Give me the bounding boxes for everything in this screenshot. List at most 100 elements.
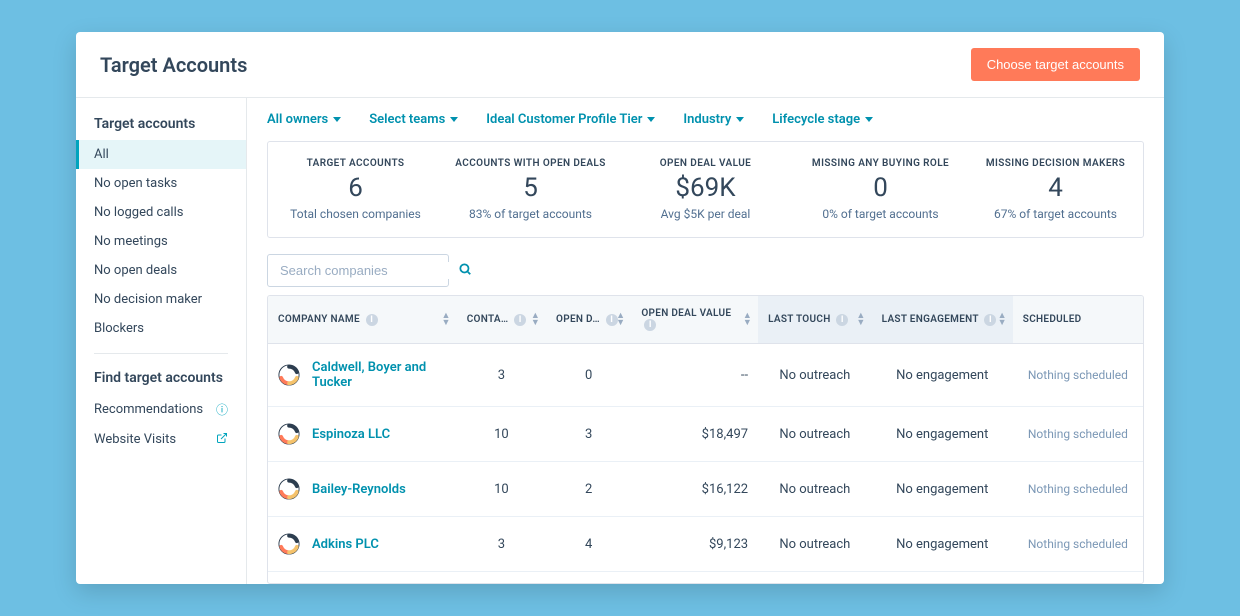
stat-missing-decision-makers: MISSING DECISION MAKERS 4 67% of target …: [968, 142, 1143, 237]
cell-last-engagement: No engagement: [872, 407, 1013, 462]
filter-label: Ideal Customer Profile Tier: [486, 112, 642, 127]
col-open-deals[interactable]: OPEN D… i▲▼: [546, 296, 631, 344]
sidebar-item-label: No meetings: [94, 234, 168, 249]
search-input[interactable]: [278, 262, 458, 279]
cell-last-touch: No outreach: [758, 517, 872, 572]
col-label: CONTA…: [467, 314, 509, 325]
sidebar-item-blockers[interactable]: Blockers: [76, 314, 246, 343]
col-scheduled[interactable]: SCHEDULED: [1013, 296, 1143, 344]
cell-open-deals: 3: [546, 572, 631, 585]
stat-value: 5: [451, 173, 610, 203]
sidebar: Target accounts All No open tasks No log…: [76, 98, 247, 584]
company-logo-icon: [278, 423, 300, 445]
col-label: OPEN DEAL VALUE: [641, 308, 731, 319]
stat-sub: 0% of target accounts: [801, 207, 960, 221]
stat-label: ACCOUNTS WITH OPEN DEALS: [451, 158, 610, 169]
filter-industry[interactable]: Industry: [683, 112, 744, 127]
cell-last-engagement: No engagement: [872, 344, 1013, 407]
col-label: OPEN D…: [556, 314, 600, 325]
col-last-engagement[interactable]: LAST ENGAGEMENT i▲▼: [872, 296, 1013, 344]
cell-contacts: 10: [457, 407, 546, 462]
sidebar-item-label: Blockers: [94, 321, 144, 336]
sidebar-item-label: No open tasks: [94, 176, 177, 191]
sort-icon: ▲▼: [441, 313, 450, 327]
cell-contacts: 10: [457, 572, 546, 585]
col-label: SCHEDULED: [1023, 314, 1082, 325]
info-icon: i: [514, 314, 526, 326]
cell-last-touch: No outreach: [758, 572, 872, 585]
stat-sub: 83% of target accounts: [451, 207, 610, 221]
cell-last-touch: No outreach: [758, 407, 872, 462]
chevron-down-icon: [865, 117, 873, 122]
company-link[interactable]: Caldwell, Boyer and Tucker: [312, 360, 447, 390]
cell-open-deals: 0: [546, 344, 631, 407]
stat-value: 6: [276, 173, 435, 203]
stat-open-deal-value: OPEN DEAL VALUE $69K Avg $5K per deal: [618, 142, 793, 237]
chevron-down-icon: [736, 117, 744, 122]
col-open-deal-value[interactable]: OPEN DEAL VALUE i▲▼: [631, 296, 758, 344]
cell-open-deals: 3: [546, 407, 631, 462]
sidebar-item-label: Recommendations: [94, 402, 203, 417]
sidebar-item-label: No decision maker: [94, 292, 202, 307]
info-icon: i: [836, 314, 848, 326]
stat-label: MISSING ANY BUYING ROLE: [801, 158, 960, 169]
filter-all-owners[interactable]: All owners: [267, 112, 341, 127]
filter-label: All owners: [267, 112, 328, 127]
stat-missing-buying-role: MISSING ANY BUYING ROLE 0 0% of target a…: [793, 142, 968, 237]
stat-value: 0: [801, 173, 960, 203]
col-label: LAST ENGAGEMENT: [882, 314, 979, 325]
chevron-down-icon: [333, 117, 341, 122]
sidebar-item-no-open-tasks[interactable]: No open tasks: [76, 169, 246, 198]
cell-company: Dean Group: [268, 572, 457, 585]
filter-label: Select teams: [369, 112, 445, 127]
filter-icp-tier[interactable]: Ideal Customer Profile Tier: [486, 112, 655, 127]
stat-sub: 67% of target accounts: [976, 207, 1135, 221]
company-link[interactable]: Adkins PLC: [312, 537, 379, 552]
chevron-down-icon: [450, 117, 458, 122]
cell-open-deal-value: $14,631: [631, 572, 758, 585]
companies-table: COMPANY NAME i▲▼ CONTA… i▲▼ OPEN D… i▲▼ …: [267, 295, 1144, 584]
stat-sub: Avg $5K per deal: [626, 207, 785, 221]
stat-label: OPEN DEAL VALUE: [626, 158, 785, 169]
sidebar-item-all[interactable]: All: [76, 140, 246, 169]
cell-open-deals: 4: [546, 517, 631, 572]
filter-label: Industry: [683, 112, 731, 127]
cell-last-touch: No outreach: [758, 344, 872, 407]
search-companies[interactable]: [267, 254, 449, 287]
sidebar-item-no-meetings[interactable]: No meetings: [76, 227, 246, 256]
sidebar-item-no-decision-maker[interactable]: No decision maker: [76, 285, 246, 314]
col-last-touch[interactable]: LAST TOUCH i▲▼: [758, 296, 872, 344]
sort-icon: ▲▼: [998, 313, 1007, 327]
cell-last-touch: No outreach: [758, 462, 872, 517]
cell-company: Adkins PLC: [268, 517, 457, 572]
table-row: Caldwell, Boyer and Tucker30--No outreac…: [268, 344, 1143, 407]
company-logo-icon: [278, 533, 300, 555]
col-company-name[interactable]: COMPANY NAME i▲▼: [268, 296, 457, 344]
cell-open-deal-value: $16,122: [631, 462, 758, 517]
company-link[interactable]: Bailey-Reynolds: [312, 482, 406, 497]
filter-lifecycle-stage[interactable]: Lifecycle stage: [772, 112, 873, 127]
sidebar-item-recommendations[interactable]: Recommendations ⓘ: [76, 394, 246, 425]
sidebar-item-no-open-deals[interactable]: No open deals: [76, 256, 246, 285]
sort-icon: ▲▼: [616, 313, 625, 327]
cell-contacts: 3: [457, 517, 546, 572]
stat-target-accounts: TARGET ACCOUNTS 6 Total chosen companies: [268, 142, 443, 237]
cell-last-engagement: No engagement: [872, 462, 1013, 517]
stats-panel: TARGET ACCOUNTS 6 Total chosen companies…: [267, 141, 1144, 238]
search-icon: [458, 261, 472, 280]
sidebar-item-label: No open deals: [94, 263, 177, 278]
choose-target-accounts-button[interactable]: Choose target accounts: [971, 48, 1140, 81]
info-icon: i: [984, 314, 996, 326]
cell-contacts: 10: [457, 462, 546, 517]
cell-last-engagement: No engagement: [872, 517, 1013, 572]
col-contacts[interactable]: CONTA… i▲▼: [457, 296, 546, 344]
sidebar-item-website-visits[interactable]: Website Visits: [76, 425, 246, 454]
filter-select-teams[interactable]: Select teams: [369, 112, 458, 127]
stat-sub: Total chosen companies: [276, 207, 435, 221]
stat-label: TARGET ACCOUNTS: [276, 158, 435, 169]
header: Target Accounts Choose target accounts: [76, 32, 1164, 98]
company-link[interactable]: Espinoza LLC: [312, 427, 390, 442]
sort-icon: ▲▼: [743, 313, 752, 327]
cell-open-deal-value: --: [631, 344, 758, 407]
sidebar-item-no-logged-calls[interactable]: No logged calls: [76, 198, 246, 227]
